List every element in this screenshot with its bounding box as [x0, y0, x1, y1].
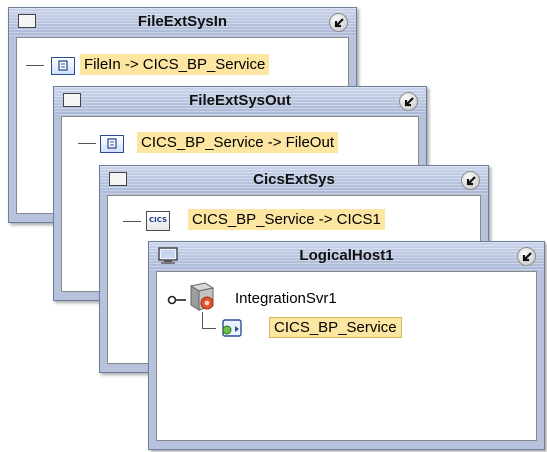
list-item[interactable]: FileIn -> CICS_BP_Service	[80, 54, 270, 75]
titlebar[interactable]: LogicalHost1	[149, 242, 544, 270]
list-item[interactable]: CICS_BP_Service	[269, 317, 402, 338]
list-item[interactable]: CICS_BP_Service -> FileOut	[137, 132, 338, 153]
tree-connector	[78, 143, 96, 144]
arrow-down-left-icon[interactable]	[461, 171, 480, 190]
integration-server-icon	[185, 282, 219, 312]
tree-connector	[123, 221, 141, 222]
service-icon	[217, 316, 245, 340]
monitor-icon	[158, 247, 178, 265]
pin-icon[interactable]	[167, 291, 187, 305]
cics-icon: CICS	[146, 211, 170, 231]
arrow-down-left-icon[interactable]	[399, 92, 418, 111]
window-title: FileExtSysOut	[189, 92, 291, 109]
arrow-down-left-icon[interactable]	[329, 13, 348, 32]
window-logical-host[interactable]: LogicalHost1 IntegrationSvr1 CICS_BP_Ser…	[148, 241, 545, 450]
window-title: CicsExtSys	[253, 171, 335, 188]
window-icon	[109, 172, 127, 186]
titlebar[interactable]: CicsExtSys	[100, 166, 488, 194]
titlebar[interactable]: FileExtSysOut	[54, 87, 426, 115]
tree-panel: IntegrationSvr1 CICS_BP_Service	[156, 271, 537, 441]
tree-connector	[26, 65, 44, 66]
titlebar[interactable]: FileExtSysIn	[9, 8, 356, 36]
window-icon	[63, 93, 81, 107]
window-title: LogicalHost1	[299, 247, 394, 264]
tree-connector	[202, 312, 203, 328]
window-icon	[18, 14, 36, 28]
list-item[interactable]: CICS_BP_Service -> CICS1	[188, 209, 385, 230]
window-title: FileExtSysIn	[137, 13, 228, 30]
server-label[interactable]: IntegrationSvr1	[235, 290, 337, 307]
connection-doc-icon	[100, 135, 124, 153]
cics-icon-text: CICS	[148, 216, 168, 224]
arrow-down-left-icon[interactable]	[517, 247, 536, 266]
tree-connector	[202, 328, 216, 329]
connection-doc-icon	[51, 57, 75, 75]
